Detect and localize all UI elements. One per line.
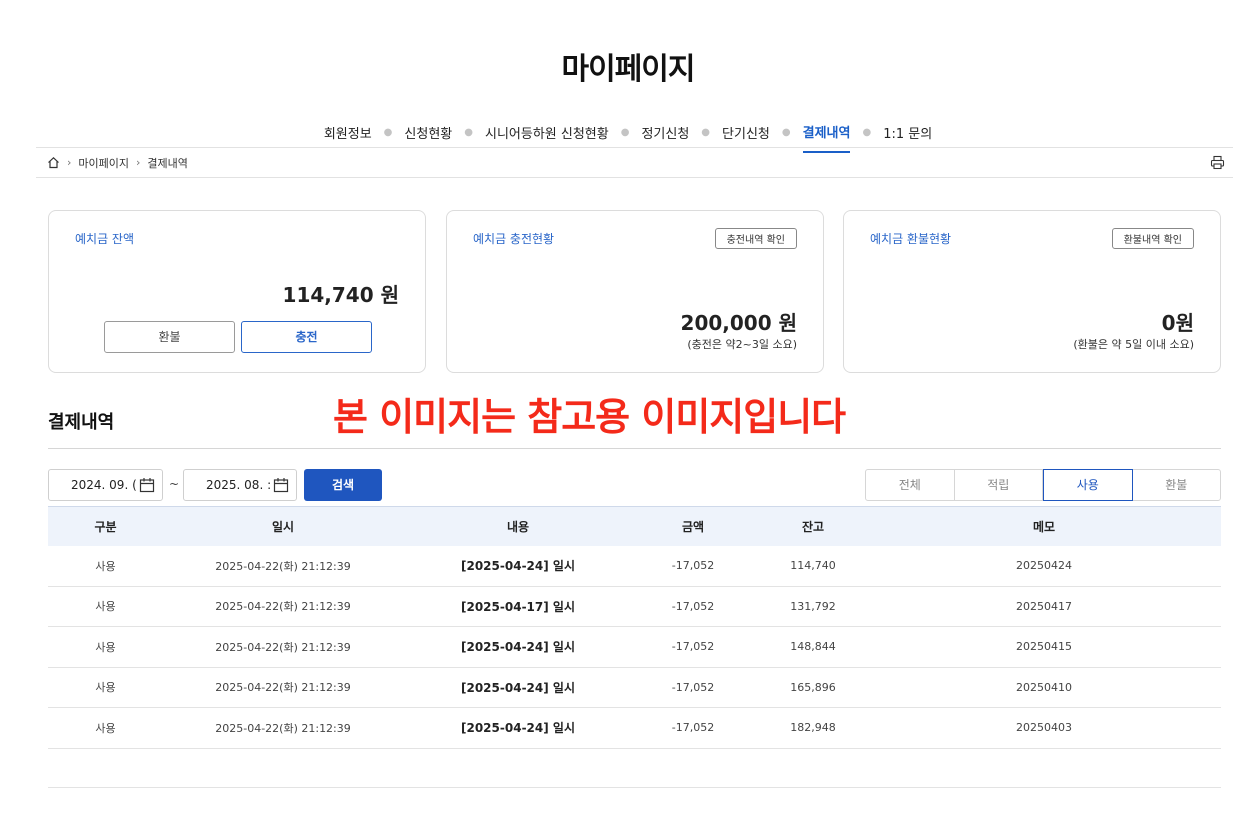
breadcrumb: › 마이페이지 › 결제내역 xyxy=(36,147,1233,178)
deposit-charge-card: 예치금 충전현황 충전내역 확인 200,000 원 (충전은 약2~3일 소요… xyxy=(446,210,824,373)
charge-history-button[interactable]: 충전내역 확인 xyxy=(714,228,797,249)
cell-content: [2025-04-24] 일시 xyxy=(461,640,575,655)
cell-balance: 114,740 xyxy=(790,559,836,573)
cell-amount: -17,052 xyxy=(671,640,715,654)
reference-watermark: 본 이미지는 참고용 이미지입니다 xyxy=(333,395,846,439)
header-type: 구분 xyxy=(94,520,117,534)
cell-type: 사용 xyxy=(95,681,116,695)
deposit-balance-card: 예치금 잔액 114,740 원 환불 충전 xyxy=(48,210,426,373)
section-title: 결제내역 xyxy=(48,412,115,433)
tab-separator: ● xyxy=(862,127,872,138)
header-balance: 잔고 xyxy=(801,520,825,534)
cell-content: [2025-04-24] 일시 xyxy=(461,680,575,695)
header-memo: 메모 xyxy=(1032,520,1056,534)
cell-memo: 20250403 xyxy=(1016,721,1072,735)
cell-datetime: 2025-04-22(화) 21:12:39 xyxy=(215,640,351,654)
cell-amount: -17,052 xyxy=(671,599,715,613)
end-date-value: 2025. 08. : xyxy=(206,478,272,492)
cell-content: [2025-04-24] 일시 xyxy=(461,721,575,736)
cell-type: 사용 xyxy=(95,640,116,654)
printer-icon[interactable] xyxy=(1210,155,1225,170)
balance-amount: 114,740 원 xyxy=(282,283,399,307)
page-title: 마이페이지 xyxy=(561,52,696,87)
cell-amount: -17,052 xyxy=(671,721,715,735)
refund-button[interactable]: 환불 xyxy=(104,321,235,353)
tab-separator: ● xyxy=(620,127,630,138)
cell-datetime: 2025-04-22(화) 21:12:39 xyxy=(215,600,351,614)
charge-button[interactable]: 충전 xyxy=(241,321,372,353)
deposit-refund-card: 예치금 환불현황 환불내역 확인 0원 (환불은 약 5일 이내 소요) xyxy=(843,210,1221,373)
refund-history-button[interactable]: 환불내역 확인 xyxy=(1111,228,1194,249)
filter-refund[interactable]: 환불 xyxy=(1133,470,1221,500)
home-icon[interactable] xyxy=(47,156,60,169)
cell-memo: 20250424 xyxy=(1016,559,1072,573)
cell-content: [2025-04-17] 일시 xyxy=(461,599,575,614)
filter-use[interactable]: 사용 xyxy=(1043,469,1133,501)
cell-datetime: 2025-04-22(화) 21:12:39 xyxy=(215,559,351,573)
cell-memo: 20250410 xyxy=(1016,680,1072,694)
cell-datetime: 2025-04-22(화) 21:12:39 xyxy=(215,721,351,735)
refund-note: (환불은 약 5일 이내 소요) xyxy=(1073,338,1194,351)
chevron-right-icon: › xyxy=(67,156,72,169)
calendar-icon[interactable] xyxy=(273,477,289,496)
card-title: 예치금 잔액 xyxy=(75,232,135,246)
card-title: 예치금 환불현황 xyxy=(870,232,952,246)
refund-amount: 0원 xyxy=(1161,311,1194,335)
charge-note: (충전은 약2~3일 소요) xyxy=(687,338,797,351)
cell-amount: -17,052 xyxy=(671,559,715,573)
table-row: 사용 2025-04-22(화) 21:12:39 [2025-04-24] 일… xyxy=(48,546,1221,587)
header-content: 내용 xyxy=(506,520,530,534)
table-row: 사용 2025-04-22(화) 21:12:39 [2025-04-24] 일… xyxy=(48,668,1221,708)
breadcrumb-item-mypage[interactable]: 마이페이지 xyxy=(78,155,129,171)
payment-history-table: 구분 일시 내용 금액 잔고 메모 사용 2025-04-22(화) 21:12… xyxy=(48,506,1221,749)
cell-content: [2025-04-24] 일시 xyxy=(461,559,575,574)
filter-accumulate[interactable]: 적립 xyxy=(955,470,1043,500)
tab-separator: ● xyxy=(701,127,711,138)
cell-memo: 20250415 xyxy=(1016,640,1072,654)
header-datetime: 일시 xyxy=(271,520,295,534)
filter-all[interactable]: 전체 xyxy=(866,470,955,500)
date-range-separator: ~ xyxy=(169,477,180,491)
start-date-input[interactable]: 2024. 09. ( xyxy=(48,469,163,501)
tab-separator: ● xyxy=(383,127,393,138)
divider xyxy=(48,787,1221,788)
cell-balance: 165,896 xyxy=(790,680,836,694)
card-title: 예치금 충전현황 xyxy=(473,232,555,246)
tab-separator: ● xyxy=(464,127,473,138)
cell-balance: 182,948 xyxy=(790,721,836,735)
tab-separator: ● xyxy=(781,127,791,138)
cell-datetime: 2025-04-22(화) 21:12:39 xyxy=(215,681,351,695)
cell-type: 사용 xyxy=(95,600,116,614)
cell-type: 사용 xyxy=(95,721,116,735)
chevron-right-icon: › xyxy=(136,156,141,169)
cell-amount: -17,052 xyxy=(671,680,715,694)
type-filter: 전체 적립 사용 환불 xyxy=(865,469,1221,501)
cell-balance: 148,844 xyxy=(790,640,836,654)
table-row: 사용 2025-04-22(화) 21:12:39 [2025-04-24] 일… xyxy=(48,627,1221,668)
cell-balance: 131,792 xyxy=(790,599,836,613)
divider xyxy=(48,448,1221,449)
table-row: 사용 2025-04-22(화) 21:12:39 [2025-04-24] 일… xyxy=(48,708,1221,749)
search-button[interactable]: 검색 xyxy=(304,469,382,501)
calendar-icon[interactable] xyxy=(139,477,155,496)
header-amount: 금액 xyxy=(681,520,705,534)
table-row: 사용 2025-04-22(화) 21:12:39 [2025-04-17] 일… xyxy=(48,587,1221,627)
cell-type: 사용 xyxy=(95,559,116,573)
charge-amount: 200,000 원 xyxy=(680,311,797,335)
end-date-input[interactable]: 2025. 08. : xyxy=(183,469,297,501)
start-date-value: 2024. 09. ( xyxy=(71,478,137,492)
breadcrumb-item-payment-history: 결제내역 xyxy=(147,156,188,170)
cell-memo: 20250417 xyxy=(1016,599,1072,613)
table-header: 구분 일시 내용 금액 잔고 메모 xyxy=(48,506,1221,546)
